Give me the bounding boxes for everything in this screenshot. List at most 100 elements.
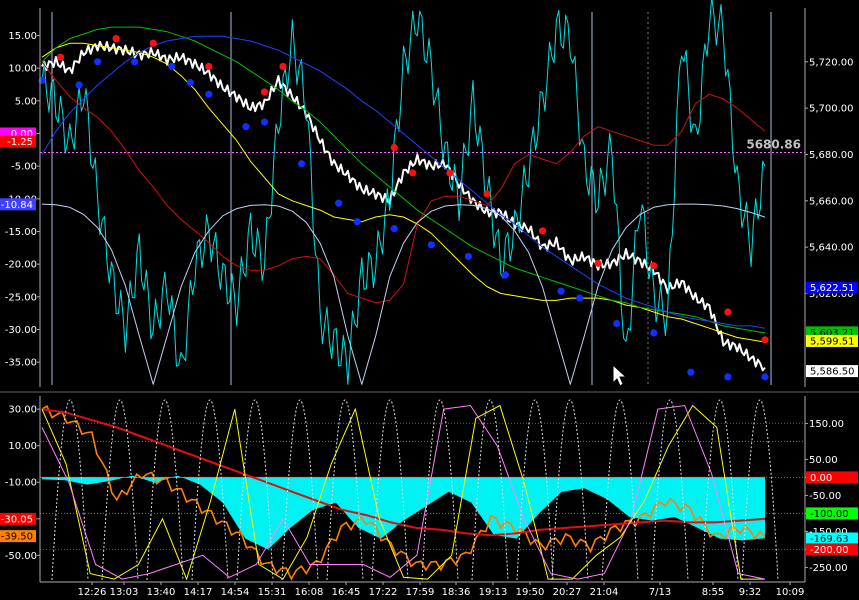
swing-high-marker	[594, 259, 602, 267]
x-tick-label: 9:32	[739, 587, 761, 598]
swing-high-marker	[538, 227, 547, 235]
swing-low-marker	[464, 252, 472, 261]
swing-low-marker	[390, 225, 398, 233]
swing-low-marker	[186, 79, 194, 87]
swing-high-marker	[650, 262, 658, 270]
swing-high-marker	[483, 190, 491, 198]
right-tick-label: 5,660.00	[809, 196, 854, 207]
swing-high-marker	[112, 35, 120, 43]
swing-low-marker	[94, 58, 102, 66]
x-tick-label: 17:59	[406, 587, 435, 598]
left-badge-label: -10.84	[1, 200, 33, 211]
swing-high-marker	[260, 88, 269, 96]
x-tick-label: 20:27	[553, 587, 582, 598]
right-tick-label: 5,680.00	[809, 150, 854, 161]
left-badge-label: -1.25	[7, 137, 33, 148]
swing-low-marker	[613, 320, 621, 328]
swing-low-marker	[761, 373, 769, 381]
swing-low-marker	[38, 76, 46, 84]
right-tick-label: 5,640.00	[809, 243, 854, 254]
x-axis: 12:26 13:03 13:40 14:17 14:54 15:31 16:08 16:45…	[40, 581, 805, 598]
left-tick-label: -30.00	[5, 325, 37, 336]
right-badge-label: 0.00	[810, 473, 832, 484]
right-tick-label: 50.00	[809, 455, 838, 466]
x-tick-label: 16:08	[295, 587, 324, 598]
left-tick-label: -15.00	[5, 227, 37, 238]
right-badge-label: -200.00	[810, 545, 849, 556]
x-tick-label: 16:45	[332, 587, 361, 598]
swing-high-marker	[279, 62, 287, 71]
x-tick-label: 13:40	[147, 587, 176, 598]
series-line-cycle-6	[41, 203, 766, 385]
swing-low-marker	[501, 271, 510, 279]
swing-low-marker	[242, 123, 250, 131]
x-tick-label: 8:55	[702, 587, 724, 598]
left-tick-label: -25.00	[5, 292, 37, 303]
swing-low-marker	[576, 294, 584, 302]
histogram-area	[42, 475, 765, 550]
series-line-oscillator-1	[41, 0, 766, 385]
swing-low-marker	[168, 62, 176, 71]
right-badge-label: 5,599.51	[810, 336, 855, 347]
swing-high-marker	[56, 53, 65, 61]
right-tick-label: 5,720.00	[809, 57, 854, 68]
swing-low-marker	[335, 199, 343, 207]
swing-low-marker	[131, 58, 139, 66]
left-tick-label: 10.00	[8, 441, 37, 452]
x-tick-label: 18:36	[442, 587, 471, 598]
upper-panel-series	[41, 0, 766, 385]
x-tick-label: 13:03	[110, 587, 139, 598]
left-tick-label: -10.00	[5, 478, 37, 489]
left-tick-label: 5.00	[15, 96, 37, 107]
x-tick-label: 21:04	[590, 587, 619, 598]
x-tick-label: 14:17	[184, 587, 213, 598]
x-tick-label: 10:09	[776, 587, 805, 598]
swing-low-marker	[205, 90, 213, 98]
right-badge-label: 5,586.50	[810, 367, 855, 378]
left-tick-label: 10.00	[8, 64, 37, 75]
swing-high-marker	[724, 308, 732, 316]
mouse-cursor-icon	[612, 363, 628, 387]
right-tick-label: -250.00	[809, 563, 848, 574]
right-tick-label: 5,700.00	[809, 104, 854, 115]
cycle-dotted-line	[51, 399, 89, 581]
lower-panel-series	[41, 399, 779, 581]
x-tick-label: 14:54	[221, 587, 250, 598]
right-badge-label: 5,622.51	[810, 283, 855, 294]
right-tick-label: 150.00	[809, 419, 844, 430]
x-tick-label: 19:13	[479, 587, 508, 598]
swing-high-marker	[205, 62, 213, 71]
swing-low-marker	[724, 373, 732, 381]
swing-low-marker	[557, 287, 565, 295]
right-badge-label: -169.63	[810, 534, 849, 545]
swing-low-marker	[650, 329, 658, 337]
mouse-cursor-layer	[612, 363, 628, 387]
right-tick-label: -50.00	[809, 491, 841, 502]
chart-window: 5680.86 15.00 10.00 5.00 0.00 -5.00 -10.00 -15…	[0, 0, 859, 600]
series-line-ma-3	[41, 26, 766, 334]
left-tick-label: -5.00	[11, 162, 37, 173]
left-tick-label: -20.00	[5, 260, 37, 271]
swing-low-marker	[75, 81, 83, 89]
right-badge-label: -100.00	[810, 509, 849, 520]
swing-high-marker	[761, 336, 769, 344]
series-line-ma-2	[41, 42, 766, 343]
swing-low-marker	[427, 241, 435, 249]
upper-panel-grid: 5680.86	[40, 12, 805, 385]
swing-high-marker	[149, 39, 157, 47]
x-tick-label: 12:26	[78, 587, 107, 598]
swing-low-marker	[297, 160, 306, 168]
x-tick-label: 7/13	[649, 587, 671, 598]
swing-low-marker	[260, 118, 269, 126]
left-badge-label: -30.05	[1, 514, 33, 525]
swing-low-marker	[687, 368, 695, 376]
x-tick-label: 17:22	[369, 587, 398, 598]
swing-high-marker	[446, 169, 454, 177]
left-tick-label: 15.00	[8, 31, 37, 42]
left-badge-label: -39.50	[1, 532, 33, 543]
left-tick-label: 30.00	[8, 405, 37, 416]
x-tick-label: 15:31	[258, 587, 287, 598]
upper-panel-markers	[38, 35, 769, 381]
swing-low-marker	[353, 218, 361, 226]
last-price-label: 5680.86	[746, 137, 801, 151]
